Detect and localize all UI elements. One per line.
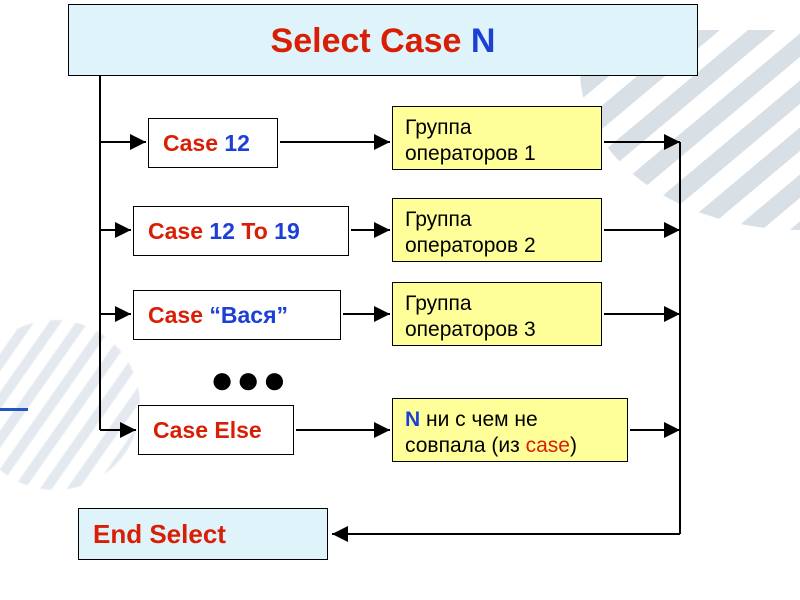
select-case-header: Select Case N — [68, 4, 698, 76]
case-3: Case “Вася” — [133, 290, 341, 340]
end-select: End Select — [78, 508, 328, 560]
case-2: Case 12 To 19 — [133, 206, 349, 256]
decorative-dash — [0, 408, 28, 411]
op-group-1: Группа операторов 1 — [392, 106, 602, 170]
op-group-2: Группа операторов 2 — [392, 198, 602, 262]
op-group-3: Группа операторов 3 — [392, 282, 602, 346]
case-1: Case 12 — [148, 118, 278, 168]
select-case-var: N — [471, 22, 496, 60]
op-else: N ни с чем не совпала (из case) — [392, 398, 628, 462]
ellipsis-icon: ●●● — [210, 358, 288, 403]
case-else: Case Else — [138, 405, 294, 455]
select-case-keyword: Select Case — [271, 22, 462, 60]
